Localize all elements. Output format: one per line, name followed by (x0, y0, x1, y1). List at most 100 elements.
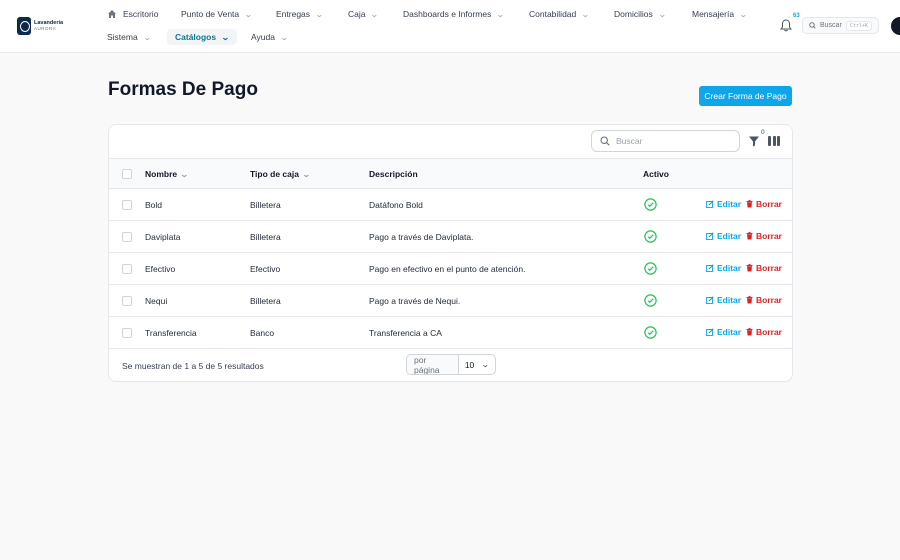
delete-button[interactable]: Borrar (746, 199, 782, 209)
global-search-button[interactable]: Buscar Ctrl+K (802, 17, 879, 34)
cell-description: Pago a través de Nequi. (369, 296, 461, 306)
table-search[interactable] (591, 130, 740, 152)
column-header-descripcion: Descripción (369, 169, 418, 179)
nav-escritorio[interactable]: Escritorio (107, 6, 158, 22)
table-row: Daviplata Billetera Pago a través de Dav… (109, 221, 792, 253)
chevron-down-icon: ⌄ (301, 169, 311, 179)
columns-toggle-icon[interactable] (768, 136, 780, 146)
logo-mark (17, 17, 31, 35)
nav-label: Ayuda (251, 32, 275, 42)
cell-description: Datáfono Bold (369, 200, 423, 210)
nav-label: Dashboards e Informes (403, 9, 492, 19)
row-checkbox[interactable] (122, 232, 132, 242)
bell-icon[interactable] (780, 19, 792, 32)
nav-label: Caja (348, 9, 366, 19)
edit-icon (706, 200, 714, 208)
row-checkbox[interactable] (122, 296, 132, 306)
cell-description: Pago a través de Daviplata. (369, 232, 474, 242)
nav-caja[interactable]: Caja ⌄ (348, 6, 380, 22)
check-circle-icon (644, 198, 657, 211)
nav-label: Domicilios (614, 9, 653, 19)
nav-label: Entregas (276, 9, 311, 19)
chevron-down-icon: ⌄ (142, 32, 152, 42)
nav-dashboards[interactable]: Dashboards e Informes ⌄ (403, 6, 506, 22)
check-circle-icon (644, 230, 657, 243)
table-header: Nombre ⌄ Tipo de caja ⌄ Descripción Acti… (109, 158, 792, 189)
delete-button[interactable]: Borrar (746, 327, 782, 337)
cell-name: Efectivo (145, 264, 176, 274)
table-search-input[interactable] (616, 136, 726, 146)
row-checkbox[interactable] (122, 328, 132, 338)
cell-name: Daviplata (145, 232, 181, 242)
cell-type: Billetera (250, 232, 281, 242)
chevron-down-icon: ⌄ (481, 360, 491, 369)
trash-icon (746, 200, 753, 208)
user-avatar[interactable] (891, 17, 900, 35)
brand-logo[interactable]: Lavandería AURORA (17, 17, 65, 35)
nav-mensajeria[interactable]: Mensajería ⌄ (692, 6, 748, 22)
row-checkbox[interactable] (122, 264, 132, 274)
per-page-select[interactable]: por página 10 ⌄ (406, 354, 496, 375)
chevron-down-icon: ⌄ (315, 9, 324, 19)
nav-label: Escritorio (123, 9, 159, 19)
chevron-down-icon: ⌄ (496, 9, 506, 19)
home-icon (108, 10, 116, 18)
cell-description: Pago en efectivo en el punto de atención… (369, 264, 526, 274)
nav-domicilios[interactable]: Domicilios ⌄ (614, 6, 667, 22)
cell-type: Efectivo (250, 264, 281, 274)
trash-icon (746, 328, 753, 336)
edit-icon (706, 232, 714, 240)
chevron-down-icon: ⌄ (370, 9, 380, 19)
nav-contabilidad[interactable]: Contabilidad ⌄ (529, 6, 590, 22)
per-page-label: por página (407, 355, 459, 374)
nav-catalogos[interactable]: Catálogos ⌄ (167, 29, 237, 45)
nav-punto-de-venta[interactable]: Punto de Venta ⌄ (181, 6, 253, 22)
filter-icon[interactable] (748, 135, 760, 147)
chevron-down-icon: ⌄ (657, 9, 667, 19)
trash-icon (746, 232, 753, 240)
chevron-down-icon: ⌄ (739, 9, 748, 19)
table-row: Transferencia Banco Transferencia a CA E… (109, 317, 792, 349)
nav-sistema[interactable]: Sistema ⌄ (107, 29, 152, 45)
row-checkbox[interactable] (122, 200, 132, 210)
edit-button[interactable]: Editar (706, 327, 741, 337)
trash-icon (746, 264, 753, 272)
notification-count-badge: 63 (793, 13, 800, 19)
check-circle-icon (644, 326, 657, 339)
page-title: Formas De Pago (108, 79, 258, 100)
search-icon (809, 22, 816, 29)
column-header-nombre[interactable]: Nombre ⌄ (145, 169, 189, 179)
edit-icon (706, 264, 714, 272)
edit-button[interactable]: Editar (706, 295, 741, 305)
edit-button[interactable]: Editar (706, 263, 741, 273)
cell-name: Transferencia (145, 328, 197, 338)
delete-button[interactable]: Borrar (746, 263, 782, 273)
delete-button[interactable]: Borrar (746, 231, 782, 241)
search-icon (600, 136, 610, 146)
cell-description: Transferencia a CA (369, 328, 442, 338)
chevron-down-icon: ⌄ (581, 9, 590, 19)
edit-icon (706, 296, 714, 304)
edit-button[interactable]: Editar (706, 231, 741, 241)
trash-icon (746, 296, 753, 304)
create-payment-method-button[interactable]: Crear Forma de Pago (699, 86, 792, 106)
check-circle-icon (644, 262, 657, 275)
payment-methods-table-card: 0 Nombre ⌄ Tipo de caja ⌄ Descripción Ac… (108, 124, 793, 382)
nav-ayuda[interactable]: Ayuda ⌄ (251, 29, 289, 45)
filter-count-badge: 0 (761, 129, 765, 136)
per-page-value: 10 (464, 359, 475, 370)
nav-entregas[interactable]: Entregas ⌄ (276, 6, 324, 22)
pagination-summary: Se muestran de 1 a 5 de 5 resultados (122, 361, 264, 371)
chevron-down-icon: ⌄ (221, 32, 230, 42)
nav-label: Sistema (107, 32, 138, 42)
nav-label: Punto de Venta (181, 9, 240, 19)
delete-button[interactable]: Borrar (746, 295, 782, 305)
cell-name: Bold (145, 200, 163, 210)
cell-name: Nequi (145, 296, 168, 306)
top-navbar: Lavandería AURORA Escritorio Punto de Ve… (0, 0, 900, 53)
cell-type: Billetera (250, 200, 281, 210)
brand-subname: AURORA (34, 26, 57, 31)
edit-button[interactable]: Editar (706, 199, 741, 209)
column-header-tipo-caja[interactable]: Tipo de caja ⌄ (250, 169, 311, 179)
select-all-checkbox[interactable] (122, 169, 132, 179)
